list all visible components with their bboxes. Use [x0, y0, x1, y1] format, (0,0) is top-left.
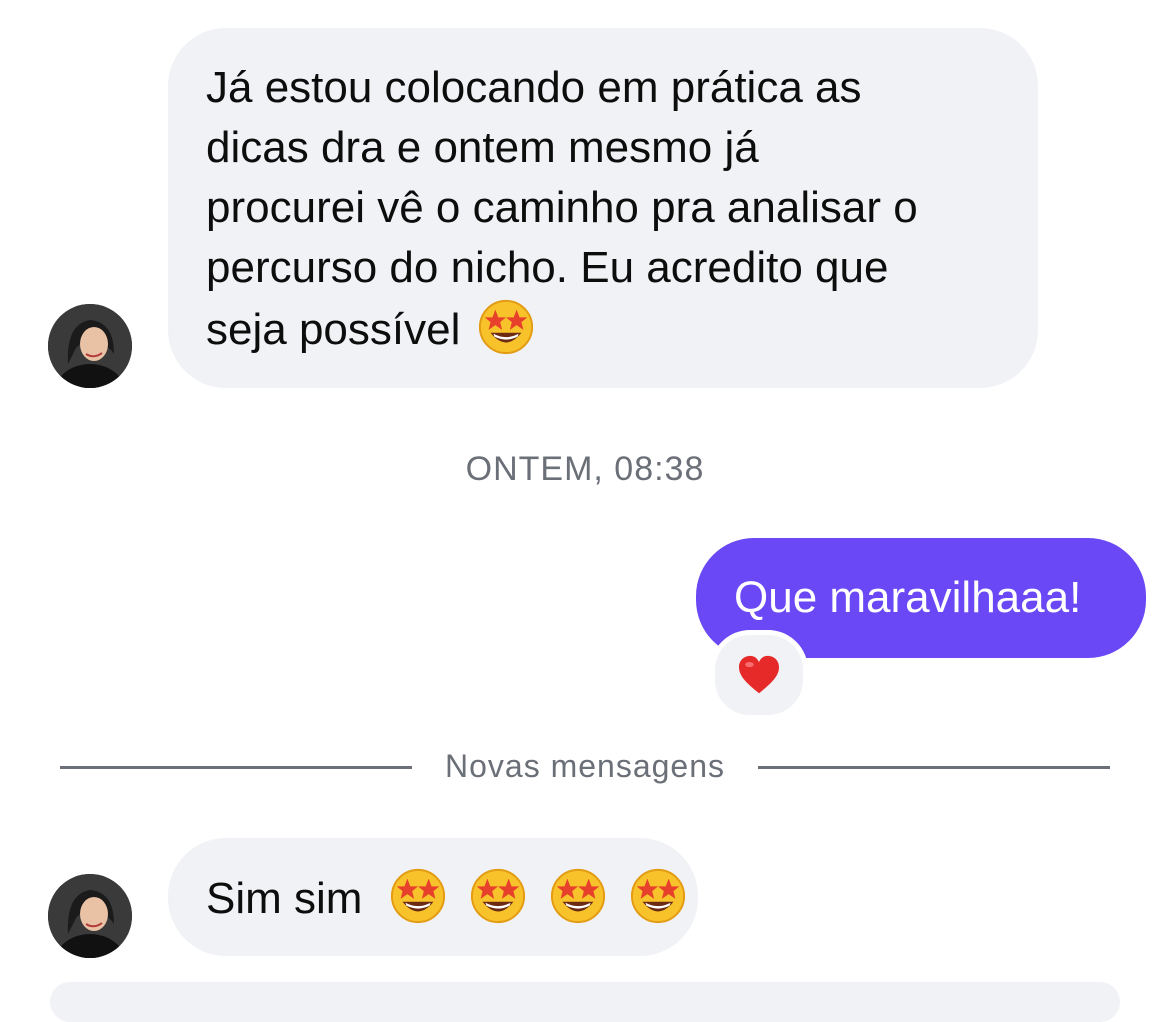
- message-text: Que maravilhaaa!: [734, 573, 1082, 622]
- message-reaction[interactable]: [710, 630, 808, 720]
- star-struck-emoji-icon: [477, 298, 535, 356]
- star-struck-emoji-icon: [389, 867, 447, 925]
- profile-photo-icon: [48, 874, 132, 958]
- message-line: seja possível: [206, 298, 1000, 360]
- message-line: dicas dra e ontem mesmo já: [206, 123, 759, 172]
- message-line: procurei vê o caminho pra analisar o: [206, 183, 918, 232]
- next-message-bubble-partial[interactable]: [50, 982, 1120, 1022]
- contact-avatar[interactable]: [48, 874, 132, 958]
- divider-line-right: [758, 766, 1110, 769]
- message-text: Já estou colocando em prática as dicas d…: [206, 58, 1000, 360]
- message-line: percurso do nicho. Eu acredito que: [206, 243, 889, 292]
- star-struck-emoji-icon: [549, 867, 607, 925]
- incoming-message-bubble[interactable]: Já estou colocando em prática as dicas d…: [168, 28, 1038, 388]
- star-struck-emoji-icon: [469, 867, 527, 925]
- message-text: Sim sim: [206, 874, 363, 923]
- star-struck-emoji-icon: [629, 867, 687, 925]
- message-line: Já estou colocando em prática as: [206, 63, 862, 112]
- message-timestamp: ONTEM, 08:38: [465, 450, 705, 488]
- contact-avatar[interactable]: [48, 304, 132, 388]
- incoming-message-bubble[interactable]: Sim sim: [168, 838, 698, 956]
- profile-photo-icon: [48, 304, 132, 388]
- red-heart-icon: [739, 655, 779, 694]
- message-line-text: seja possível: [206, 305, 461, 354]
